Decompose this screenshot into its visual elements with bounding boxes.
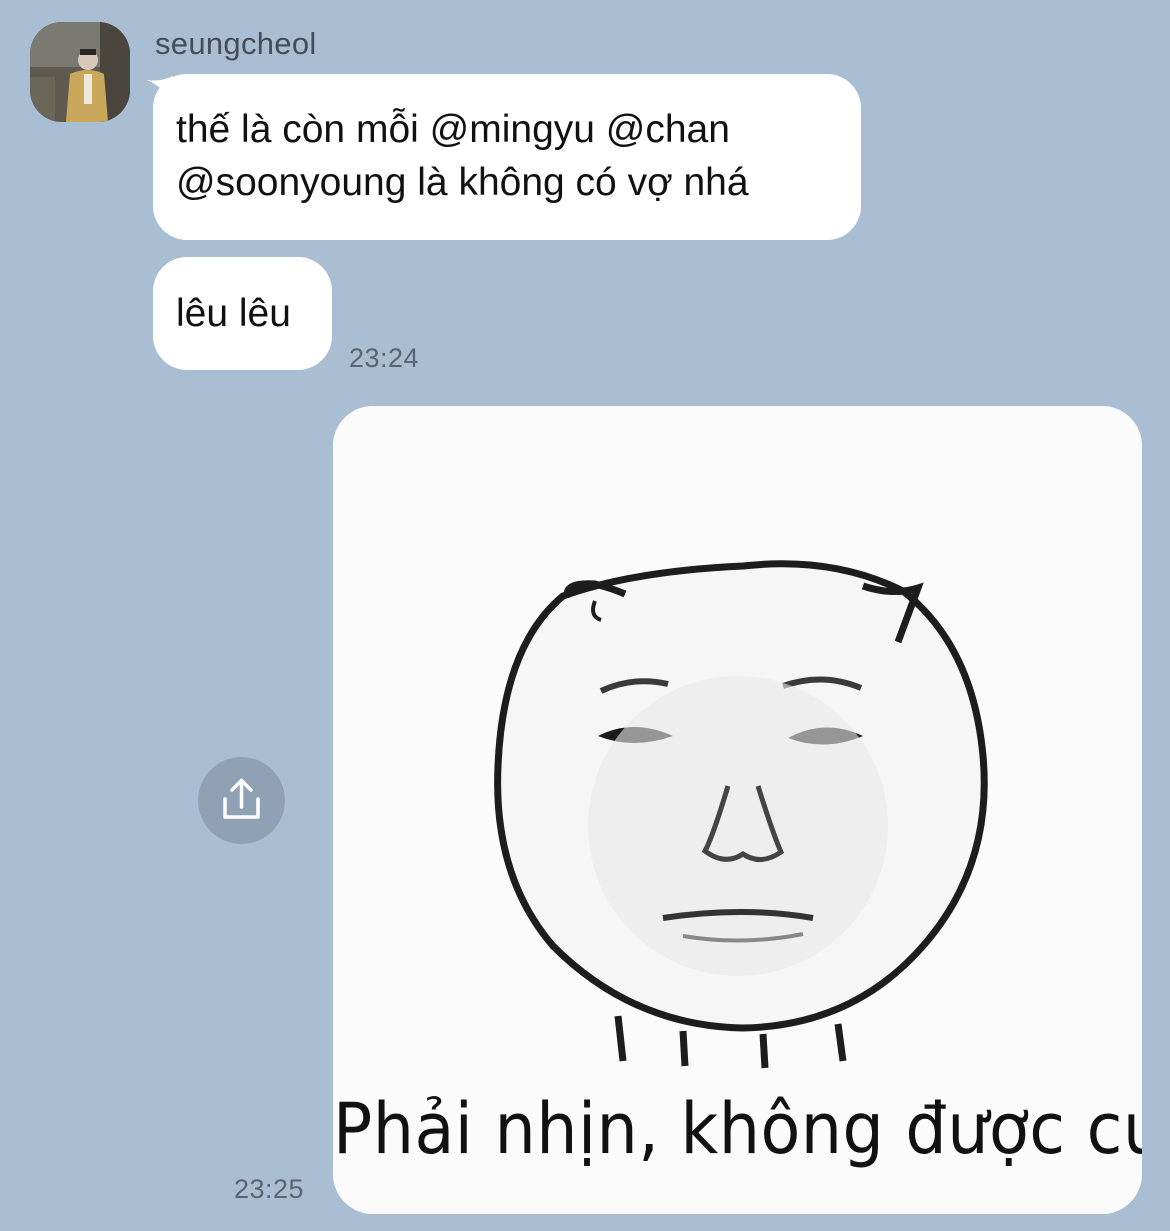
- sticker-caption: Phải nhịn, không được cười: [333, 1088, 1142, 1170]
- avatar[interactable]: [30, 22, 130, 122]
- message-timestamp: 23:24: [349, 343, 420, 373]
- message-text-line: @soonyoung là không có vợ nhá: [176, 161, 749, 204]
- sender-name: seungcheol: [155, 26, 317, 61]
- message-bubble[interactable]: thế là còn mỗi @mingyu @chan @soonyoung …: [153, 74, 861, 240]
- sticker-image[interactable]: Phải nhịn, không được cười: [333, 406, 1142, 1214]
- share-icon: [223, 778, 260, 819]
- message-text-line: thế là còn mỗi @mingyu @chan: [176, 108, 730, 151]
- share-button[interactable]: [198, 757, 285, 844]
- message-bubble[interactable]: lêu lêu: [153, 257, 332, 370]
- message-text: thế là còn mỗi @mingyu @chan @soonyoung …: [176, 103, 749, 209]
- sticker-timestamp: 23:25: [234, 1174, 305, 1204]
- message-text: lêu lêu: [176, 292, 291, 335]
- avatar-photo: [30, 22, 130, 122]
